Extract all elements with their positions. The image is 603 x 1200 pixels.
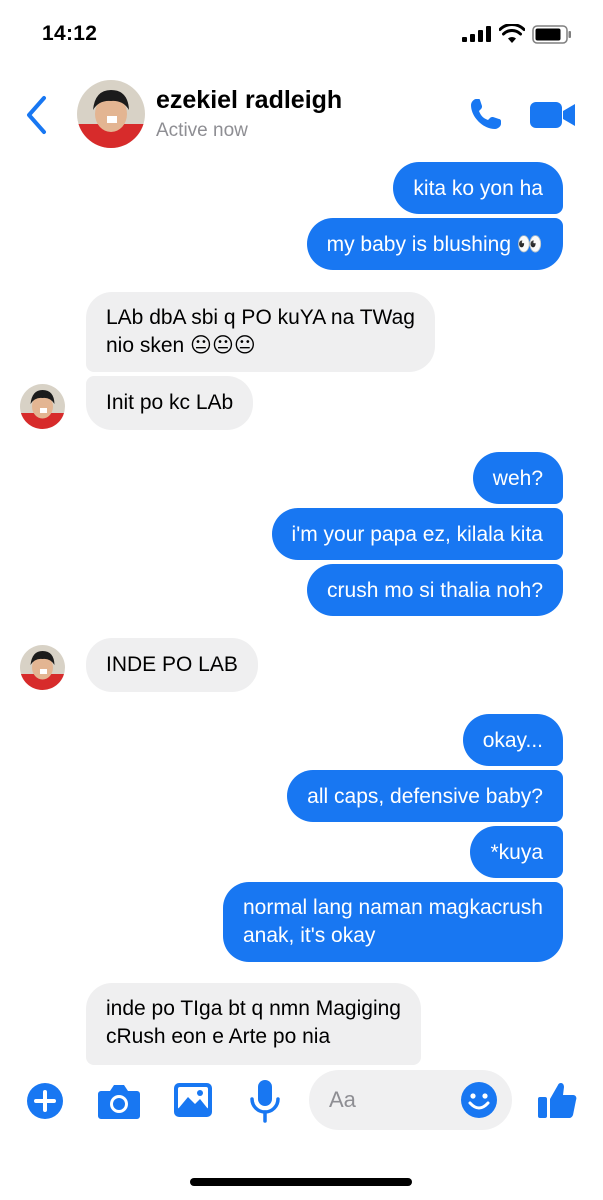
message-bubble-outgoing[interactable]: kita ko yon ha	[393, 162, 563, 214]
camera-icon[interactable]	[97, 1082, 141, 1120]
message-bubble-outgoing[interactable]: i'm your papa ez, kilala kita	[271, 508, 563, 560]
message-input-placeholder: Aa	[329, 1087, 356, 1112]
message-bubble-outgoing[interactable]: crush mo si thalia noh?	[307, 564, 563, 616]
video-camera-icon[interactable]	[529, 100, 577, 130]
message-line: LAb dbA sbi q PO kuYA na TWag	[106, 306, 415, 329]
message-bubble-outgoing[interactable]: weh?	[472, 452, 563, 504]
message-line: cRush eon e Arte po nia	[106, 1025, 331, 1048]
message-bubble-incoming[interactable]: INDE PO LAB	[86, 638, 258, 692]
message-line: normal lang naman magkacrush	[243, 896, 543, 919]
phone-icon[interactable]	[468, 96, 504, 132]
emoji-icon[interactable]	[460, 1081, 498, 1119]
active-status: Active now	[156, 120, 248, 141]
message-bubble-incoming[interactable]: LAb dbA sbi q PO kuYA na TWag nio sken 😐…	[86, 292, 435, 372]
contact-avatar[interactable]	[77, 80, 145, 148]
contact-avatar-small[interactable]	[20, 384, 65, 429]
status-time: 14:12	[42, 22, 98, 45]
status-bar: 14:12	[0, 0, 603, 70]
message-line: anak, it's okay	[243, 924, 376, 947]
message-bubble-outgoing[interactable]: okay...	[462, 714, 563, 766]
message-composer: Aa	[0, 1065, 603, 1140]
plus-icon[interactable]	[25, 1081, 65, 1121]
battery-icon	[532, 25, 571, 44]
thumbs-up-icon[interactable]	[536, 1078, 578, 1120]
conversation-header: ezekiel radleigh Active now	[0, 70, 603, 160]
message-input[interactable]: Aa	[309, 1070, 512, 1130]
image-icon[interactable]	[173, 1080, 213, 1120]
cellular-signal-icon	[462, 26, 491, 42]
message-bubble-outgoing[interactable]: all caps, defensive baby?	[287, 770, 563, 822]
contact-name[interactable]: ezekiel radleigh	[156, 86, 342, 115]
message-line: inde po TIga bt q nmn Magiging	[106, 997, 401, 1020]
message-line: nio sken 😐😐😐	[106, 334, 256, 357]
message-bubble-outgoing[interactable]: my baby is blushing 👀	[306, 218, 563, 270]
message-bubble-incoming[interactable]: Init po kc LAb	[86, 376, 254, 430]
message-bubble-incoming[interactable]: inde po TIga bt q nmn Magiging cRush eon…	[86, 983, 421, 1065]
contact-avatar-small[interactable]	[20, 645, 65, 690]
microphone-icon[interactable]	[249, 1079, 281, 1123]
wifi-icon	[499, 24, 525, 43]
message-bubble-outgoing[interactable]: *kuya	[470, 826, 563, 878]
chevron-left-icon[interactable]	[24, 95, 50, 135]
home-indicator[interactable]	[190, 1178, 412, 1186]
message-bubble-outgoing[interactable]: normal lang naman magkacrush anak, it's …	[223, 882, 563, 962]
